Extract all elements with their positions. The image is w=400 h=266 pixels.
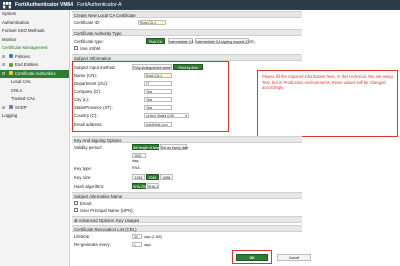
state-label: State/Province (ST): — [74, 105, 113, 110]
sidebar-item-fortinet-sso[interactable]: Fortinet SSO Methods — [0, 27, 69, 36]
form-title: Create New Local CA Certificate — [72, 11, 302, 18]
upn-label: User Principal Name (UPN): — [80, 207, 134, 213]
use-hsm-label: Use nShM — [80, 45, 101, 51]
crl-header: Certificate Revocation List (CRL) — [72, 225, 302, 232]
city-input[interactable]: Test — [144, 96, 172, 102]
intermediate-ca-button[interactable]: Intermediate CA — [168, 38, 194, 44]
name-cn-label: Name (CN): — [74, 73, 97, 78]
intermediate-csr-button[interactable]: Intermediate CA signing request (CSR) — [195, 38, 255, 44]
subject-info-header: Subject Information — [72, 54, 302, 61]
department-input[interactable]: IT — [144, 80, 172, 86]
key-size-label: Key size: — [74, 175, 92, 180]
note-text: Please fill the required information her… — [262, 74, 393, 91]
validity-label: Validity period: — [74, 145, 102, 150]
regenerate-input[interactable]: 1 — [132, 241, 142, 247]
state-input[interactable]: Test — [144, 104, 172, 110]
san-header: Subject Alternative Name — [72, 192, 302, 199]
expand-icon[interactable]: ⊞ — [2, 104, 5, 113]
email-san-checkbox[interactable] — [74, 201, 78, 205]
ok-button[interactable]: OK — [236, 253, 268, 261]
sidebar-item-certificate-authorities[interactable]: ⊟ Certificate Authorities — [0, 69, 69, 79]
sidebar-item-system[interactable]: System — [0, 10, 69, 19]
key-type-value: RSA — [132, 166, 140, 170]
email-san-label: Email: — [80, 200, 92, 206]
sha1-button[interactable]: SHA-1 — [147, 183, 159, 189]
lifetime-input[interactable]: 30 — [132, 233, 142, 239]
main-panel: Create New Local CA Certificate Certific… — [70, 10, 400, 266]
scep-icon — [9, 105, 13, 110]
certificate-authorities-icon — [9, 71, 13, 76]
key-size-2048-button[interactable]: 2048 — [146, 174, 159, 180]
product-name: FortiAuthenticator VM64 — [15, 2, 74, 8]
hash-label: Hash algorithm: — [74, 184, 105, 189]
sidebar-item-authentication[interactable]: Authentication — [0, 19, 69, 28]
chevron-down-icon: ▾ — [185, 113, 187, 118]
policies-icon — [9, 54, 13, 59]
department-label: Department (OU): — [74, 81, 109, 86]
email-address-input[interactable]: test@test.com — [144, 121, 172, 127]
set-expiry-button[interactable]: Set an expiry date — [160, 144, 188, 150]
key-size-4096-button[interactable]: 4096 — [160, 174, 173, 180]
advanced-options-label: Advanced Options: Key Usages — [78, 218, 140, 223]
hostname: FortiAuthenticator-A — [77, 2, 122, 8]
sha256-button[interactable]: SHA-256 — [132, 183, 147, 189]
end-entities-icon — [9, 62, 13, 67]
validity-unit: days — [132, 159, 139, 163]
sidebar: System Authentication Fortinet SSO Metho… — [0, 10, 70, 266]
validity-input[interactable]: 3650 — [132, 153, 146, 158]
subject-input-label: Subject input method: — [74, 65, 116, 70]
sidebar-item-scep[interactable]: ⊞ SCEP — [0, 104, 69, 113]
cancel-button[interactable]: Cancel — [277, 253, 311, 261]
set-length-button[interactable]: Set length of time — [132, 144, 159, 150]
upn-checkbox[interactable] — [74, 208, 78, 212]
company-input[interactable]: Test — [144, 88, 172, 94]
sidebar-item-crls[interactable]: CRLs — [0, 87, 69, 96]
country-label: Country (C): — [74, 113, 98, 118]
sidebar-item-logging[interactable]: Logging — [0, 112, 69, 121]
lifetime-label: Lifetime: — [74, 234, 91, 239]
name-cn-input[interactable]: Root-CA-1 — [144, 72, 172, 78]
lifetime-unit: days (1-365) — [144, 234, 162, 239]
country-value: United States (US) — [146, 113, 175, 118]
key-size-1024-button[interactable]: 1024 — [132, 174, 145, 180]
cert-type-label: Certificate type: — [74, 39, 104, 44]
sidebar-item-certificate-management[interactable]: Certificate Management — [0, 44, 69, 53]
sidebar-item-local-cas[interactable]: Local CAs — [0, 78, 69, 87]
cert-id-input[interactable]: Root-CA-1 — [138, 20, 166, 25]
city-label: City (L): — [74, 97, 90, 102]
sidebar-item-trusted-cas[interactable]: Trusted CAs — [0, 95, 69, 104]
collapse-icon[interactable]: ⊟ — [2, 70, 5, 79]
key-signing-header: Key And Signing Options — [72, 136, 302, 143]
sidebar-item-policies[interactable]: ⊞ Policies — [0, 53, 69, 62]
company-label: Company (O): — [74, 89, 101, 94]
expand-icon[interactable]: ⊞ — [2, 53, 5, 62]
root-ca-button[interactable]: Root CA — [146, 38, 165, 44]
fully-distinguished-name-button[interactable]: Fully distinguished name — [132, 64, 172, 70]
fortinet-logo-icon — [2, 1, 12, 9]
key-type-label: Key type: — [74, 166, 92, 171]
expand-icon[interactable]: ⊞ — [2, 61, 5, 70]
advanced-options-header[interactable]: ⊕ Advanced Options: Key Usages — [72, 216, 302, 223]
email-address-label: Email address: — [74, 122, 103, 127]
cert-id-label: Certificate ID: — [74, 20, 101, 25]
use-hsm-checkbox[interactable] — [74, 46, 78, 50]
sidebar-item-monitor[interactable]: Monitor — [0, 36, 69, 45]
regenerate-unit: days — [144, 242, 151, 247]
top-bar: FortiAuthenticator VM64 FortiAuthenticat… — [0, 0, 400, 10]
sidebar-item-end-entities[interactable]: ⊞ End Entities — [0, 61, 69, 70]
regenerate-label: Re-generate every: — [74, 242, 111, 247]
field-by-field-button[interactable]: Field-by-field — [173, 64, 203, 70]
cert-authority-type-header: Certificate Authority Type — [72, 29, 302, 36]
country-select[interactable]: United States (US) ▾ — [144, 112, 189, 118]
